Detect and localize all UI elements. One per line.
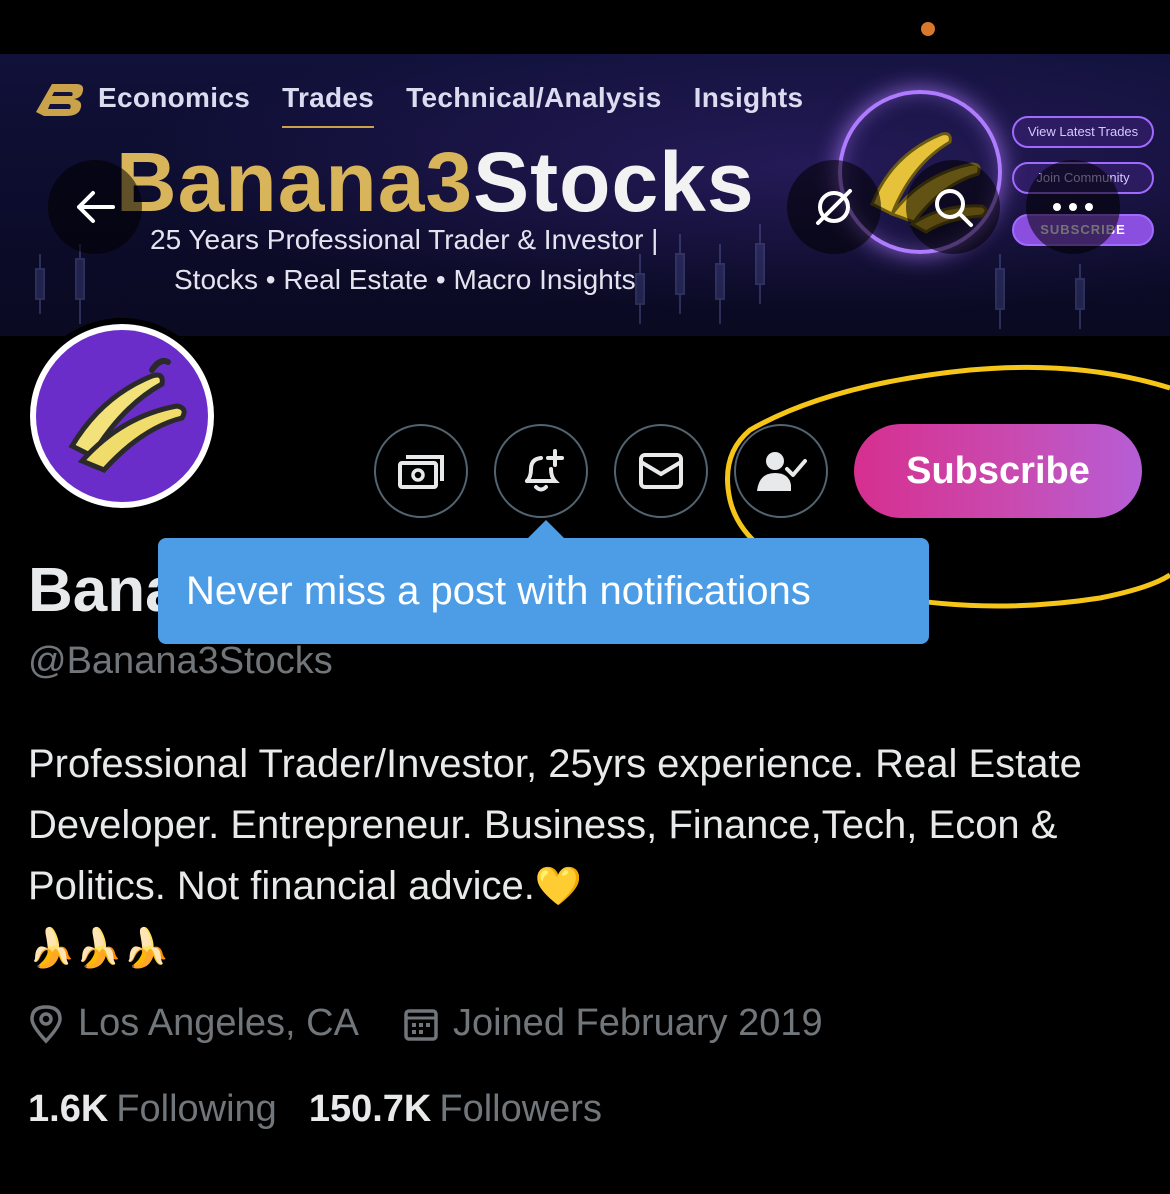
profile-meta: Los Angeles, CA Joined February 2019	[28, 1002, 867, 1045]
status-bar	[0, 0, 1170, 54]
back-arrow-icon	[77, 191, 115, 223]
message-button[interactable]	[614, 424, 708, 518]
following-check-icon	[757, 452, 807, 491]
location-text: Los Angeles, CA	[78, 1002, 359, 1044]
location-item: Los Angeles, CA	[28, 1002, 359, 1045]
recording-indicator	[921, 22, 935, 36]
follow-stats: 1.6K Following 150.7K Followers	[28, 1088, 634, 1131]
username-handle: @Banana3Stocks	[28, 640, 333, 682]
subscribe-button[interactable]: Subscribe	[854, 424, 1142, 518]
notifications-tooltip: Never miss a post with notifications	[158, 538, 929, 644]
avatar-border	[30, 324, 214, 508]
bell-plus-icon	[525, 449, 564, 492]
money-icon	[398, 455, 444, 489]
banner-tagline: 25 Years Professional Trader & Investor …	[150, 224, 659, 255]
search-button[interactable]	[906, 160, 1000, 254]
banana-avatar-icon	[68, 358, 187, 473]
mail-icon	[639, 453, 683, 489]
following-button[interactable]	[734, 424, 828, 518]
joined-item: Joined February 2019	[403, 1002, 823, 1045]
avatar[interactable]	[24, 318, 220, 514]
followers-label: Followers	[439, 1088, 602, 1130]
banner-nav-technical: Technical/Analysis	[406, 82, 662, 113]
calendar-icon	[404, 1008, 438, 1041]
following-label: Following	[116, 1088, 277, 1130]
banner-brand-title: Banana3Stocks	[116, 134, 755, 231]
tip-button[interactable]	[374, 424, 468, 518]
following-link[interactable]: 1.6K Following	[28, 1088, 277, 1131]
profile-page: Economics Trades Technical/Analysis Insi…	[0, 0, 1170, 1194]
search-icon	[935, 189, 973, 227]
banner-nav: Economics Trades Technical/Analysis Insi…	[98, 82, 835, 128]
more-button[interactable]	[1026, 160, 1120, 254]
banner-pill-latest-trades: View Latest Trades	[1012, 116, 1154, 148]
location-pin-icon	[30, 1004, 62, 1044]
display-name: Bana	[28, 556, 180, 625]
banner-nav-trades: Trades	[282, 82, 375, 128]
banner-nav-insights: Insights	[693, 82, 804, 113]
avatar-image	[36, 330, 208, 502]
yellow-heart-emoji: 💛	[534, 866, 583, 908]
brand-title-part1: Banana3	[116, 135, 474, 229]
tooltip-arrow	[526, 520, 566, 540]
banner-tagline-2: Stocks • Real Estate • Macro Insights	[174, 264, 636, 295]
following-count: 1.6K	[28, 1088, 109, 1130]
brand-title-part2: Stocks	[473, 135, 755, 229]
profile-bio: Professional Trader/Investor, 25yrs expe…	[28, 734, 1138, 980]
grok-button[interactable]	[787, 160, 881, 254]
back-button[interactable]	[48, 160, 142, 254]
banana-emoji-row: 🍌🍌🍌	[28, 928, 170, 970]
banner-nav-economics: Economics	[98, 82, 251, 113]
followers-count: 150.7K	[308, 1088, 432, 1130]
followers-link[interactable]: 150.7K Followers	[309, 1088, 602, 1131]
profile-banner[interactable]: Economics Trades Technical/Analysis Insi…	[0, 54, 1170, 336]
grok-icon	[816, 189, 852, 225]
notifications-button[interactable]	[494, 424, 588, 518]
more-icon	[1053, 203, 1093, 211]
joined-date-text: Joined February 2019	[452, 1002, 823, 1044]
b3-logo-icon	[36, 84, 84, 116]
